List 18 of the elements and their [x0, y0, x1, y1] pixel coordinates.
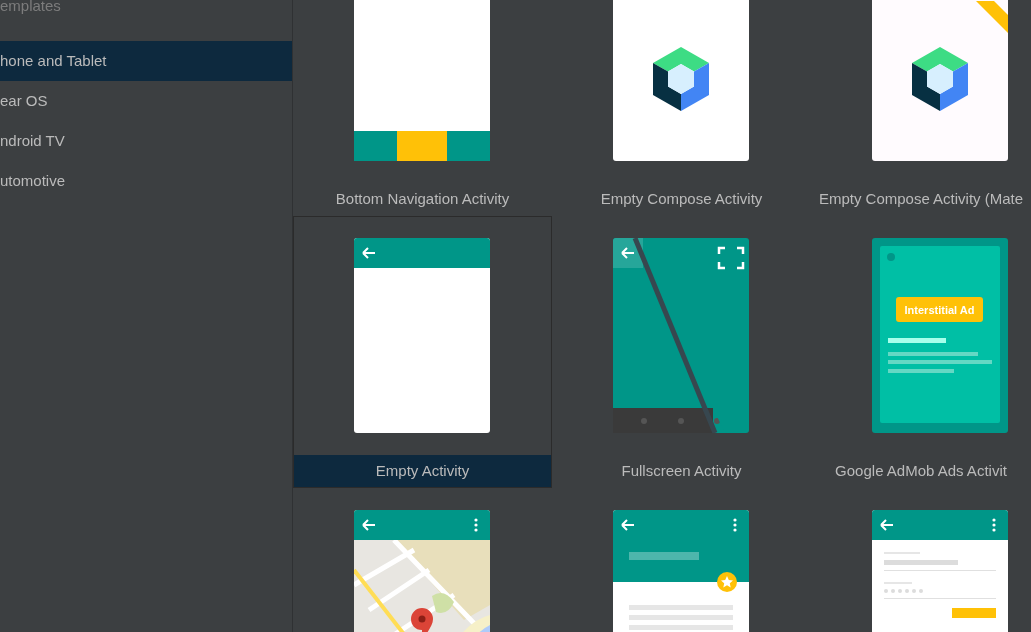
- category-item[interactable]: utomotive: [0, 161, 292, 201]
- ad-badge: Interstitial Ad: [896, 297, 983, 322]
- template-tile[interactable]: Empty Compose Activity (Mate: [811, 0, 1031, 216]
- template-label: Google AdMob Ads Activit: [834, 461, 1008, 481]
- template-tile[interactable]: Empty Activity: [293, 216, 552, 488]
- template-label: Empty Compose Activity (Mate: [817, 189, 1025, 209]
- template-label: Fullscreen Activity: [620, 461, 743, 481]
- template-label: Empty Activity: [294, 455, 551, 487]
- template-tile[interactable]: Bottom Navigation Activity: [293, 0, 552, 216]
- category-item[interactable]: hone and Tablet: [0, 41, 292, 81]
- category-item[interactable]: ear OS: [0, 81, 292, 121]
- section-title: emplates: [0, 0, 62, 16]
- template-label: Empty Compose Activity: [599, 189, 764, 209]
- template-label: Bottom Navigation Activity: [334, 189, 511, 209]
- template-tile[interactable]: Fullscreen Activity: [552, 216, 811, 488]
- category-item[interactable]: ndroid TV: [0, 121, 292, 161]
- template-tile[interactable]: Empty Compose Activity: [552, 0, 811, 216]
- template-tile[interactable]: Interstitial Ad Google AdMob Ads Activit: [811, 216, 1031, 488]
